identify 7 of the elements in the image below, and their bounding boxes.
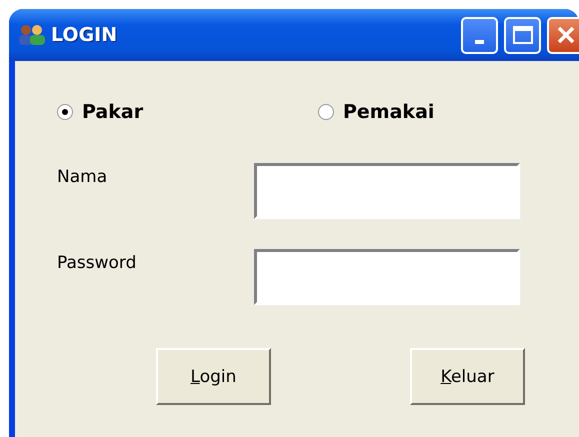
window-title: LOGIN — [51, 24, 118, 46]
field-label: Nama — [57, 167, 108, 187]
field-label: Password — [57, 253, 138, 273]
dialog-button[interactable]: Keluar — [410, 348, 525, 405]
role-radio[interactable]: Pemakai — [318, 101, 579, 123]
role-radio[interactable]: Pakar — [57, 101, 318, 123]
dialog-button[interactable]: Login — [156, 348, 271, 405]
